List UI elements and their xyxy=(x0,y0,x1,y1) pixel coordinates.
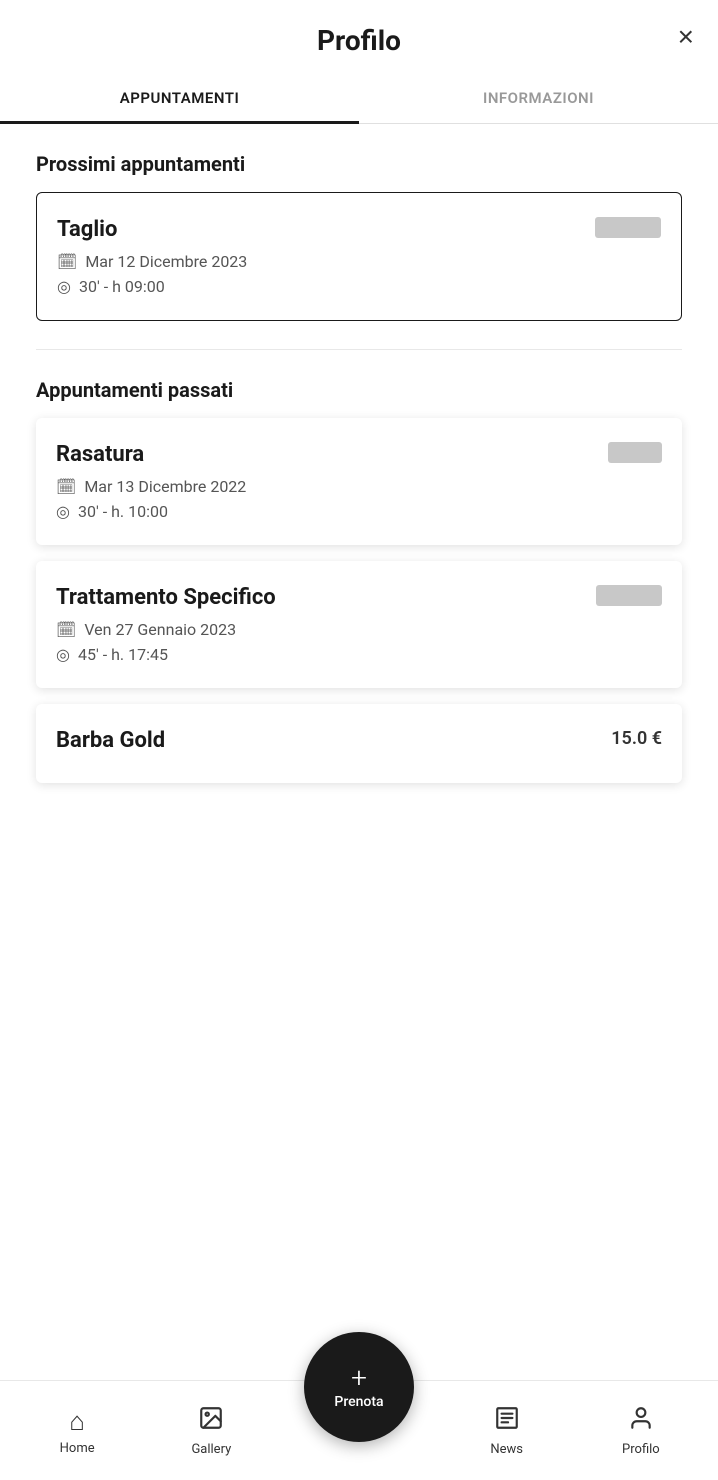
fab-label: Prenota xyxy=(334,1394,383,1410)
appointment-date: Mar 12 Dicembre 2023 xyxy=(85,252,247,271)
appointment-name: Taglio xyxy=(57,217,117,242)
past-section: Appuntamenti passati Rasatura 8.0 € 🗓 Ma… xyxy=(36,378,682,783)
past-appointment-card-3-partial[interactable]: Barba Gold 15.0 € xyxy=(36,704,682,783)
card-header-3: Barba Gold 15.0 € xyxy=(56,728,662,753)
nav-gallery-label: Gallery xyxy=(191,1442,231,1457)
tab-bar: APPUNTAMENTI INFORMAZIONI xyxy=(0,73,718,124)
upcoming-appointment-card[interactable]: Taglio 15.0 € 🗓 Mar 12 Dicembre 2023 ◎ 3… xyxy=(36,192,682,321)
appointment-price: 15.0 € xyxy=(595,217,661,238)
nav-gallery[interactable]: Gallery xyxy=(144,1405,278,1457)
nav-profilo[interactable]: Profilo xyxy=(574,1405,708,1457)
news-icon xyxy=(494,1405,520,1438)
clock-icon-2: ◎ xyxy=(56,645,70,664)
appointment-info: 🗓 Mar 12 Dicembre 2023 ◎ 30' - h 09:00 xyxy=(57,252,661,296)
price-value-3: 15.0 € xyxy=(611,728,662,749)
close-button[interactable]: × xyxy=(678,23,694,51)
past-date-row-2: 🗓 Ven 27 Gennaio 2023 xyxy=(56,620,662,639)
past-appointment-date-1: Mar 13 Dicembre 2022 xyxy=(84,477,246,496)
tab-informazioni[interactable]: INFORMAZIONI xyxy=(359,73,718,123)
card-header: Taglio 15.0 € xyxy=(57,217,661,242)
past-appointment-duration-1: 30' - h. 10:00 xyxy=(78,502,168,521)
past-appointment-price-1: 8.0 € xyxy=(608,442,662,463)
upcoming-title: Prossimi appuntamenti xyxy=(36,152,682,176)
tab-appuntamenti[interactable]: APPUNTAMENTI xyxy=(0,73,359,123)
nav-news[interactable]: News xyxy=(440,1405,574,1457)
past-appointment-info-2: 🗓 Ven 27 Gennaio 2023 ◎ 45' - h. 17:45 xyxy=(56,620,662,664)
appointment-duration-time: 30' - h 09:00 xyxy=(79,277,165,296)
price-blurred-2: 30.0 € xyxy=(596,585,662,606)
past-appointment-price-3: 15.0 € xyxy=(611,728,662,749)
calendar-icon: 🗓 xyxy=(57,252,77,271)
time-row: ◎ 30' - h 09:00 xyxy=(57,277,661,296)
past-appointment-date-2: Ven 27 Gennaio 2023 xyxy=(84,620,236,639)
nav-home-label: Home xyxy=(60,1441,95,1456)
price-blurred-value: 15.0 € xyxy=(595,217,661,238)
home-icon: ⌂ xyxy=(69,1406,85,1437)
card-header-1: Rasatura 8.0 € xyxy=(56,442,662,467)
nav-profilo-label: Profilo xyxy=(622,1442,660,1457)
fab-prenota[interactable]: + Prenota xyxy=(304,1332,414,1442)
calendar-icon-2: 🗓 xyxy=(56,620,76,639)
price-blurred-1: 8.0 € xyxy=(608,442,662,463)
page-title: Profilo xyxy=(317,24,401,57)
gallery-icon xyxy=(198,1405,224,1438)
past-appointment-card-1[interactable]: Rasatura 8.0 € 🗓 Mar 13 Dicembre 2022 ◎ … xyxy=(36,418,682,545)
past-appointment-name-2: Trattamento Specifico xyxy=(56,585,276,610)
fab-plus-icon: + xyxy=(351,1364,367,1392)
profilo-icon xyxy=(628,1405,654,1438)
nav-home[interactable]: ⌂ Home xyxy=(10,1406,144,1456)
clock-icon-1: ◎ xyxy=(56,502,70,521)
clock-icon: ◎ xyxy=(57,277,71,296)
nav-news-label: News xyxy=(490,1442,523,1457)
section-divider xyxy=(36,349,682,350)
past-date-row-1: 🗓 Mar 13 Dicembre 2022 xyxy=(56,477,662,496)
date-row: 🗓 Mar 12 Dicembre 2023 xyxy=(57,252,661,271)
past-appointment-duration-2: 45' - h. 17:45 xyxy=(78,645,168,664)
past-appointment-name-1: Rasatura xyxy=(56,442,144,467)
upcoming-section: Prossimi appuntamenti Taglio 15.0 € 🗓 Ma… xyxy=(36,152,682,321)
past-title: Appuntamenti passati xyxy=(36,378,682,402)
past-appointment-info-1: 🗓 Mar 13 Dicembre 2022 ◎ 30' - h. 10:00 xyxy=(56,477,662,521)
past-appointment-card-2[interactable]: Trattamento Specifico 30.0 € 🗓 Ven 27 Ge… xyxy=(36,561,682,688)
content-area: Prossimi appuntamenti Taglio 15.0 € 🗓 Ma… xyxy=(0,124,718,943)
card-header-2: Trattamento Specifico 30.0 € xyxy=(56,585,662,610)
past-appointment-price-2: 30.0 € xyxy=(596,585,662,606)
past-appointment-name-3: Barba Gold xyxy=(56,728,165,753)
calendar-icon-1: 🗓 xyxy=(56,477,76,496)
past-time-row-1: ◎ 30' - h. 10:00 xyxy=(56,502,662,521)
page-header: Profilo × xyxy=(0,0,718,73)
past-time-row-2: ◎ 45' - h. 17:45 xyxy=(56,645,662,664)
